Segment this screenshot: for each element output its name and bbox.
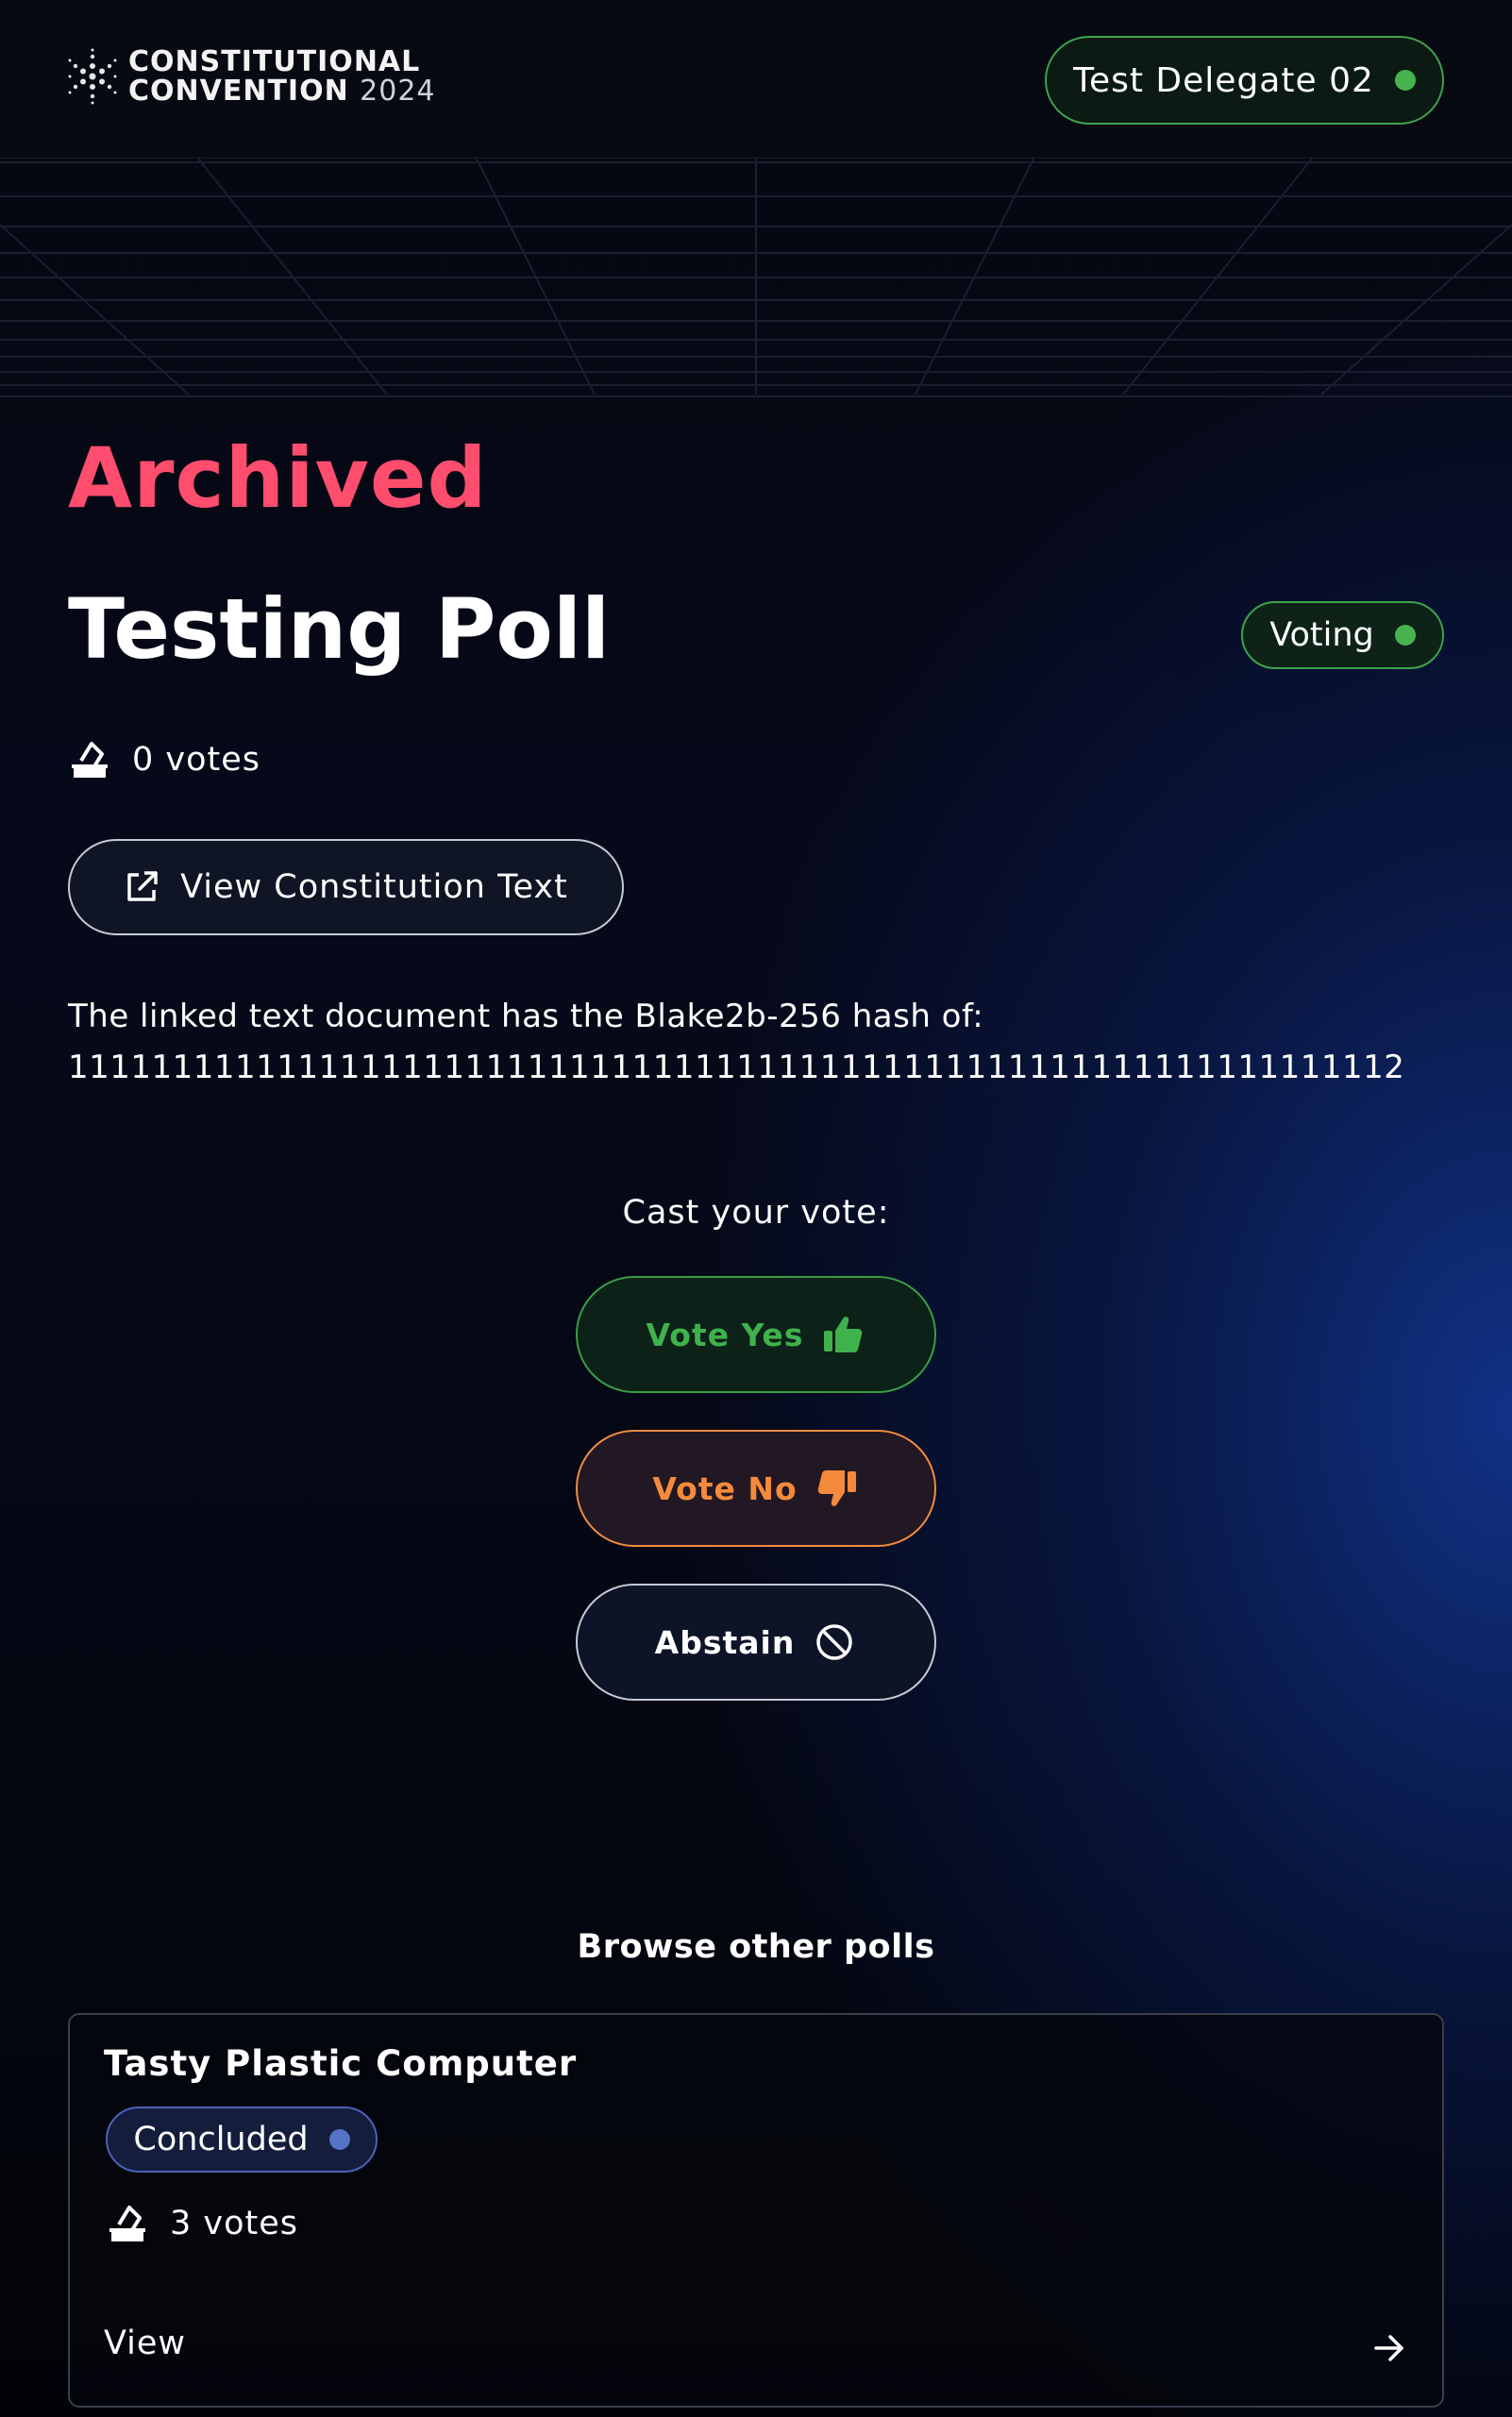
poll-vote-count-unit: votes <box>165 741 261 779</box>
vote-yes-button[interactable]: Vote Yes <box>576 1276 936 1393</box>
logo-line-2: CONVENTION 2024 <box>128 76 436 106</box>
vote-yes-label: Vote Yes <box>646 1316 804 1353</box>
poll-card[interactable]: Tasty Plastic Computer Concluded 3 votes… <box>68 2013 1444 2408</box>
logo-line-1: CONSTITUTIONAL <box>128 45 421 78</box>
vote-no-label: Vote No <box>652 1469 798 1507</box>
poll-card-vote-unit: votes <box>203 2205 299 2242</box>
abstain-label: Abstain <box>654 1623 796 1661</box>
poll-card-status-badge: Concluded <box>106 2106 378 2173</box>
logo-line-2-text: CONVENTION <box>128 75 349 108</box>
cardano-logo-icon <box>68 48 117 105</box>
arrow-right-icon[interactable] <box>1370 2329 1408 2367</box>
external-link-icon <box>127 871 158 901</box>
user-online-status-dot <box>1394 70 1416 91</box>
hash-value: 1111111111111111111111111111111111111111… <box>68 1049 1405 1086</box>
logo-year: 2024 <box>360 75 436 108</box>
poll-card-vote-number: 3 <box>170 2205 193 2242</box>
poll-title: Testing Poll <box>68 580 611 678</box>
poll-card-status-label: Concluded <box>133 2121 309 2158</box>
vote-no-button[interactable]: Vote No <box>576 1430 936 1547</box>
cast-vote-prompt: Cast your vote: <box>622 1194 890 1232</box>
view-constitution-button[interactable]: View Constitution Text <box>68 839 624 935</box>
user-account-button[interactable]: Test Delegate 02 <box>1045 36 1444 125</box>
thumbs-up-icon <box>824 1317 863 1352</box>
poll-archived-label: Archived <box>68 429 488 527</box>
poll-status-dot <box>1394 625 1416 646</box>
ballot-box-icon <box>72 742 108 778</box>
ballot-box-icon <box>109 2206 145 2241</box>
logo-wordmark: CONSTITUTIONAL CONVENTION 2024 <box>128 47 436 106</box>
hash-intro: The linked text document has the Blake2b… <box>68 998 984 1035</box>
poll-card-title: Tasty Plastic Computer <box>104 2043 578 2084</box>
view-constitution-label: View Constitution Text <box>180 868 568 906</box>
hash-description: The linked text document has the Blake2b… <box>68 991 1446 1093</box>
poll-card-vote-count: 3 votes <box>106 2202 298 2245</box>
abstain-button[interactable]: Abstain <box>576 1584 936 1701</box>
prohibited-icon <box>816 1624 853 1660</box>
poll-card-status-dot <box>328 2129 350 2150</box>
browse-polls-heading: Browse other polls <box>577 1928 935 1966</box>
poll-card-view-link[interactable]: View <box>104 2325 186 2362</box>
thumbs-down-icon <box>817 1470 856 1506</box>
top-nav-bar: CONSTITUTIONAL CONVENTION 2024 Test Dele… <box>0 0 1512 159</box>
convention-logo[interactable]: CONSTITUTIONAL CONVENTION 2024 <box>68 47 436 106</box>
poll-status-badge: Voting <box>1241 601 1444 669</box>
user-name-label: Test Delegate 02 <box>1073 60 1374 100</box>
poll-vote-count: 0 votes <box>68 738 260 781</box>
poll-status-label: Voting <box>1269 616 1374 654</box>
poll-vote-count-number: 0 <box>132 741 155 779</box>
